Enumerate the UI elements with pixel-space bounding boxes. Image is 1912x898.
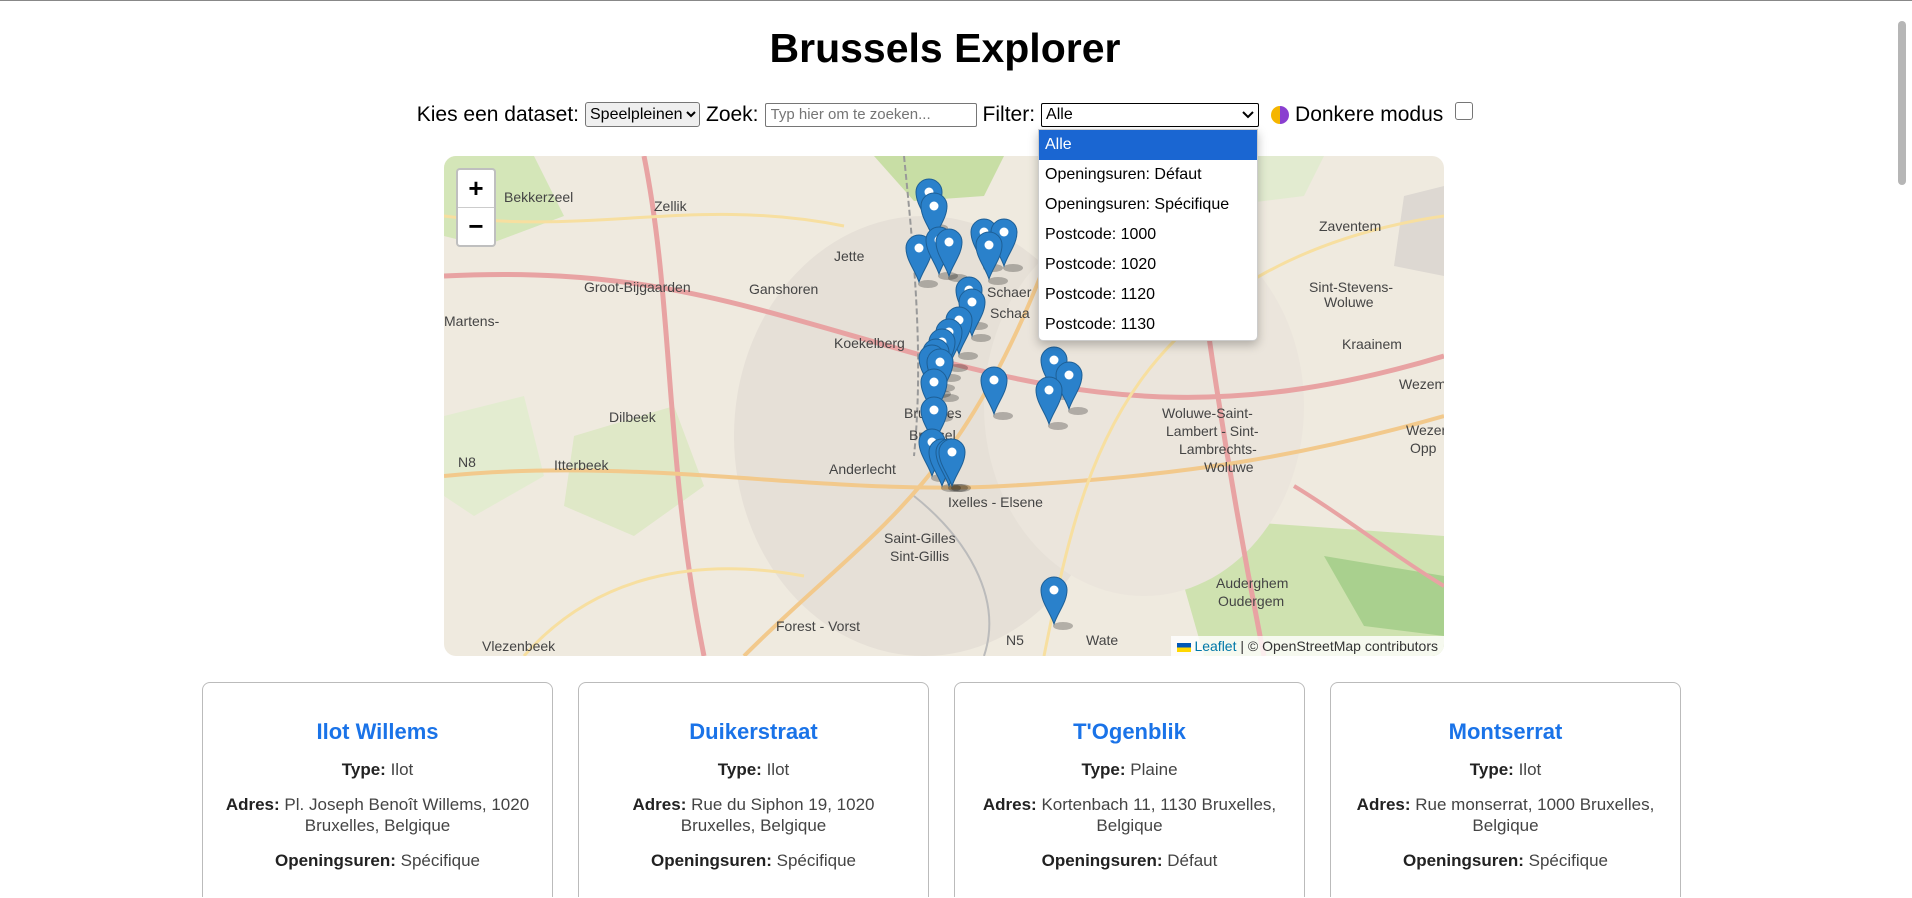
scrollbar-thumb[interactable] — [1898, 21, 1906, 185]
place-label: Jette — [834, 248, 865, 264]
place-label: Oudergem — [1218, 593, 1284, 609]
controls-bar: Kies een dataset: Speelpleinen Zoek: Fil… — [0, 101, 1890, 127]
result-card[interactable]: Duikerstraat Type: Ilot Adres: Rue du Si… — [578, 682, 929, 897]
filter-option[interactable]: Postcode: 1130 — [1039, 310, 1257, 340]
place-label: Zaventem — [1319, 218, 1381, 234]
map-marker-icon[interactable] — [1040, 576, 1073, 630]
place-label: Anderlecht — [829, 461, 896, 477]
filter-value: Alle — [1046, 105, 1073, 123]
place-label: Opp — [1410, 440, 1437, 456]
page-scrollbar[interactable] — [1890, 1, 1912, 898]
card-hours: Openingsuren: Spécifique — [1402, 851, 1609, 870]
place-label: Groot-Bijgaarden — [584, 279, 691, 295]
place-label: Ixelles - Elsene — [948, 494, 1043, 510]
place-label: Schaer — [987, 284, 1032, 300]
card-address: Adres: Rue du Siphon 19, 1020 Bruxelles,… — [632, 795, 875, 835]
place-label: Woluwe-Saint- — [1162, 405, 1253, 421]
place-label: Sint-Gillis — [890, 548, 949, 564]
filter-label: Filter: — [982, 102, 1036, 126]
place-label: Woluwe — [1204, 459, 1254, 475]
result-card[interactable]: T'Ogenblik Type: Plaine Adres: Kortenbac… — [954, 682, 1305, 897]
place-label: Forest - Vorst — [776, 618, 860, 634]
card-hours: Openingsuren: Spécifique — [274, 851, 481, 870]
place-label: Vlezenbeek — [482, 638, 556, 654]
place-label: Zellik — [654, 198, 688, 214]
place-label: Sint-Stevens- — [1309, 279, 1393, 295]
dataset-label: Kies een dataset: — [416, 102, 579, 126]
filter-option[interactable]: Openingsuren: Défaut — [1039, 160, 1257, 190]
place-label: N5 — [1006, 632, 1024, 648]
place-label: Ganshoren — [749, 281, 818, 297]
darkmode-label: Donkere modus — [1295, 102, 1444, 126]
filter-option[interactable]: Postcode: 1120 — [1039, 280, 1257, 310]
chevron-down-icon — [1242, 110, 1254, 118]
place-label: Bekkerzeel — [504, 189, 573, 205]
filter-option[interactable]: Postcode: 1000 — [1039, 220, 1257, 250]
zoom-control: + − — [456, 168, 496, 247]
card-title[interactable]: Duikerstraat — [579, 719, 928, 745]
place-label: Woluwe — [1324, 294, 1374, 310]
place-label: N8 — [458, 454, 476, 470]
place-label: Dilbeek — [609, 409, 657, 425]
map-tiles: Bekkerzeel Zellik Jette Ganshoren Groot-… — [444, 156, 1444, 656]
card-title[interactable]: T'Ogenblik — [955, 719, 1304, 745]
filter-select[interactable]: Alle — [1041, 102, 1260, 127]
card-address: Adres: Rue monserrat, 1000 Bruxelles, Be… — [1356, 795, 1655, 835]
card-hours: Openingsuren: Défaut — [1041, 851, 1218, 870]
card-title[interactable]: Ilot Willems — [203, 719, 552, 745]
search-input[interactable] — [764, 102, 977, 127]
card-type: Type: Ilot — [341, 760, 414, 779]
place-label: Wezembe — [1399, 376, 1444, 392]
place-label: Koekelberg — [834, 335, 905, 351]
place-label: Saint-Gilles — [884, 530, 956, 546]
osm-attribution: | © OpenStreetMap contributors — [1240, 638, 1438, 654]
result-card[interactable]: Ilot Willems Type: Ilot Adres: Pl. Josep… — [202, 682, 553, 897]
place-label: Itterbeek — [554, 457, 609, 473]
search-label: Zoek: — [706, 102, 759, 126]
results-cards: Ilot Willems Type: Ilot Adres: Pl. Josep… — [202, 682, 1686, 897]
theme-toggle-icon[interactable] — [1271, 105, 1290, 124]
zoom-in-button[interactable]: + — [458, 170, 494, 207]
place-label: Schaa — [990, 305, 1030, 321]
leaflet-link[interactable]: Leaflet — [1194, 638, 1236, 654]
ukraine-flag-icon — [1177, 643, 1192, 652]
place-label: Lambert - Sint- — [1166, 423, 1259, 439]
darkmode-checkbox[interactable] — [1455, 101, 1474, 120]
filter-dropdown: Alle Openingsuren: Défaut Openingsuren: … — [1038, 129, 1258, 341]
dataset-select[interactable]: Speelpleinen — [585, 102, 700, 127]
place-label: Auderghem — [1216, 575, 1288, 591]
card-address: Adres: Pl. Joseph Benoît Willems, 1020 B… — [225, 795, 530, 835]
place-label: Wate — [1086, 632, 1118, 648]
map-attribution: Leaflet | © OpenStreetMap contributors — [1171, 636, 1444, 656]
card-type: Type: Ilot — [717, 760, 790, 779]
card-address: Adres: Kortenbach 11, 1130 Bruxelles, Be… — [982, 795, 1277, 835]
map-view[interactable]: Bekkerzeel Zellik Jette Ganshoren Groot-… — [444, 156, 1444, 656]
place-label: Kraainem — [1342, 336, 1402, 352]
filter-option[interactable]: Alle — [1039, 130, 1257, 160]
filter-option[interactable]: Postcode: 1020 — [1039, 250, 1257, 280]
page-title: Brussels Explorer — [769, 25, 1121, 71]
card-type: Type: Plaine — [1081, 760, 1178, 779]
place-label: Martens- — [444, 313, 500, 329]
result-card[interactable]: Montserrat Type: Ilot Adres: Rue monserr… — [1330, 682, 1681, 897]
card-hours: Openingsuren: Spécifique — [650, 851, 857, 870]
filter-option[interactable]: Openingsuren: Spécifique — [1039, 190, 1257, 220]
card-type: Type: Ilot — [1469, 760, 1542, 779]
zoom-out-button[interactable]: − — [458, 207, 494, 245]
place-label: Lambrechts- — [1179, 441, 1257, 457]
place-label: Wezen — [1406, 422, 1444, 438]
card-title[interactable]: Montserrat — [1331, 719, 1680, 745]
